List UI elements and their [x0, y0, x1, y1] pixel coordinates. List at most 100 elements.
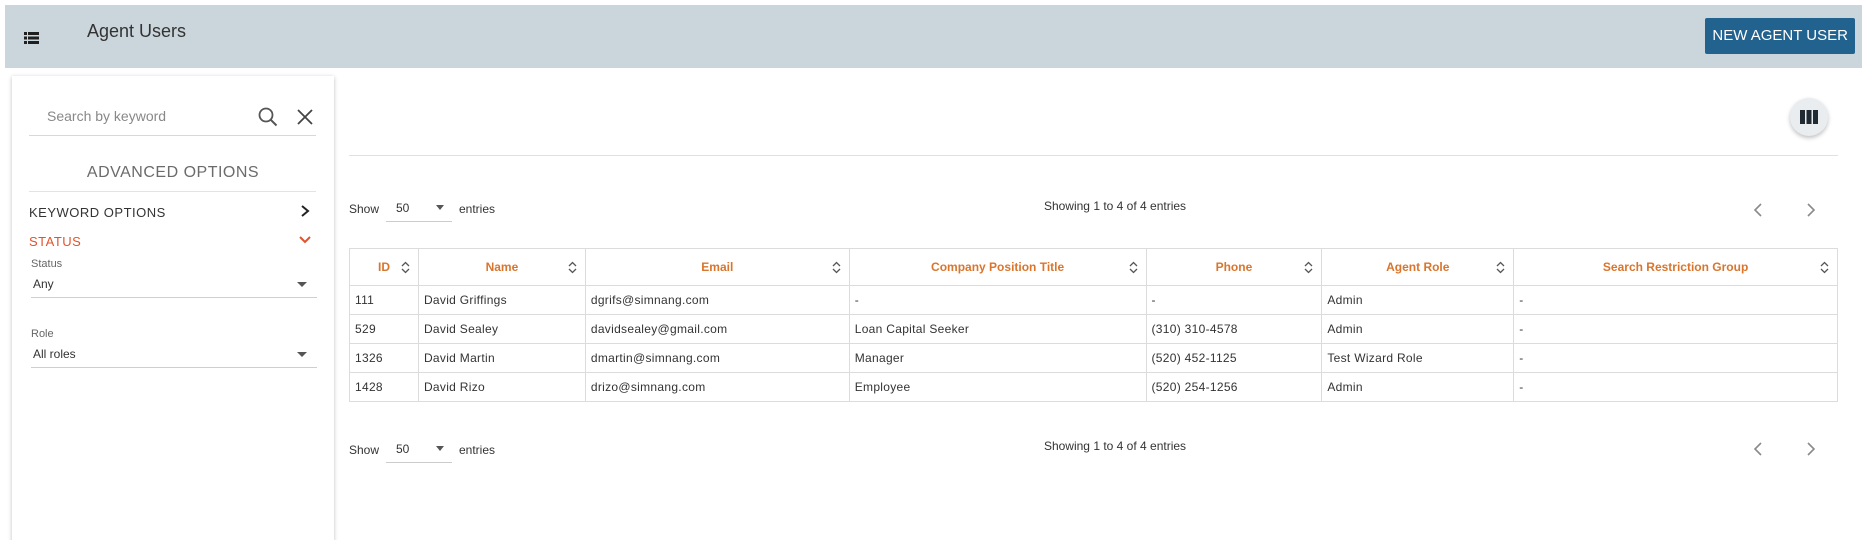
entries-label: entries — [459, 443, 496, 457]
search-input[interactable] — [47, 108, 237, 124]
role-field-label: Role — [31, 328, 54, 340]
cell-search-restriction-group: - — [1513, 314, 1838, 344]
entries-label: entries — [459, 202, 496, 216]
chevron-right-icon — [1807, 203, 1816, 217]
chevron-right-icon — [301, 205, 310, 217]
caret-down-icon — [297, 352, 307, 357]
column-header-label: Name — [485, 260, 519, 274]
next-page-button[interactable] — [1801, 440, 1819, 458]
role-select[interactable]: All roles — [31, 340, 317, 368]
column-header-email[interactable]: Email — [584, 248, 850, 286]
cell-company-position-title: Employee — [848, 372, 1147, 402]
status-section-label: STATUS — [29, 234, 82, 249]
table-header-row: ID Name Email Company Position Title Phone Ag… — [349, 248, 1838, 286]
chevron-right-icon — [1807, 442, 1816, 456]
cell-name: David Sealey — [417, 314, 586, 344]
cell-email: dmartin@simnang.com — [584, 343, 850, 373]
column-header-phone[interactable]: Phone — [1145, 248, 1323, 286]
sort-icon — [401, 261, 410, 274]
cell-email: dgrifs@simnang.com — [584, 285, 850, 315]
status-field-label: Status — [31, 258, 63, 270]
column-header-label: Email — [701, 260, 734, 274]
page-title: Agent Users — [87, 21, 187, 41]
column-header-company-position-title[interactable]: Company Position Title — [848, 248, 1147, 286]
cell-email: davidsealey@gmail.com — [584, 314, 850, 344]
column-header-name[interactable]: Name — [417, 248, 586, 286]
chevron-down-icon — [299, 236, 311, 244]
table-info: Showing 1 to 4 of 4 entries — [1043, 199, 1187, 213]
show-label: Show — [349, 443, 380, 457]
status-section-toggle[interactable]: STATUS — [29, 231, 316, 253]
table-info: Showing 1 to 4 of 4 entries — [1043, 439, 1187, 453]
role-select-value: All roles — [33, 347, 76, 361]
page-length-select[interactable]: 50 — [386, 435, 452, 463]
column-header-label: Phone — [1215, 260, 1253, 274]
column-header-label: Agent Role — [1386, 260, 1450, 274]
show-label: Show — [349, 202, 380, 216]
sort-icon — [1496, 261, 1505, 274]
cell-id: 1428 — [349, 372, 419, 402]
cell-id: 1326 — [349, 343, 419, 373]
cell-email: drizo@simnang.com — [584, 372, 850, 402]
sort-icon — [568, 261, 577, 274]
chevron-left-icon — [1753, 203, 1762, 217]
table-row[interactable]: 111 David Griffings dgrifs@simnang.com - - Ad… — [349, 285, 1838, 315]
page-length-value: 50 — [396, 201, 410, 215]
filter-sidebar: ADVANCED OPTIONS KEYWORD OPTIONS STATUS … — [12, 76, 334, 540]
caret-down-icon — [436, 446, 444, 451]
cell-phone: (520) 452-1125 — [1145, 343, 1323, 373]
cell-phone: (310) 310-4578 — [1145, 314, 1323, 344]
chevron-left-icon — [1753, 442, 1762, 456]
list-icon[interactable] — [22, 29, 42, 47]
previous-page-button[interactable] — [1750, 201, 1768, 219]
column-header-id[interactable]: ID — [349, 248, 419, 286]
table-row[interactable]: 1326 David Martin dmartin@simnang.com Manag… — [349, 343, 1838, 373]
new-agent-user-button[interactable]: NEW AGENT USER — [1705, 18, 1855, 54]
column-header-agent-role[interactable]: Agent Role — [1321, 248, 1515, 286]
next-page-button[interactable] — [1801, 201, 1819, 219]
keyword-options-toggle[interactable]: KEYWORD OPTIONS — [29, 202, 316, 224]
cell-agent-role: Admin — [1321, 285, 1515, 315]
cell-name: David Griffings — [417, 285, 586, 315]
sort-icon — [1304, 261, 1313, 274]
cell-phone: - — [1145, 285, 1323, 315]
divider — [29, 191, 316, 192]
cell-id: 529 — [349, 314, 419, 344]
caret-down-icon — [436, 205, 444, 210]
status-select-value: Any — [33, 277, 54, 291]
cell-company-position-title: - — [848, 285, 1147, 315]
page-length-select[interactable]: 50 — [386, 194, 452, 222]
keyword-options-label: KEYWORD OPTIONS — [29, 205, 166, 220]
column-header-search-restriction-group[interactable]: Search Restriction Group — [1513, 248, 1838, 286]
caret-down-icon — [297, 282, 307, 287]
cell-id: 111 — [349, 285, 419, 315]
cell-search-restriction-group: - — [1513, 285, 1838, 315]
table-row[interactable]: 529 David Sealey davidsealey@gmail.com Loan… — [349, 314, 1838, 344]
cell-agent-role: Admin — [1321, 314, 1515, 344]
column-header-label: Company Position Title — [931, 260, 1065, 274]
cell-search-restriction-group: - — [1513, 372, 1838, 402]
sort-icon — [1129, 261, 1137, 274]
column-header-label: Search Restriction Group — [1602, 260, 1749, 274]
cell-search-restriction-group: - — [1513, 343, 1838, 373]
status-select[interactable]: Any — [31, 270, 317, 298]
column-visibility-button[interactable] — [1790, 98, 1828, 136]
sort-icon — [832, 261, 841, 274]
search-icon[interactable] — [257, 106, 279, 128]
previous-page-button[interactable] — [1750, 440, 1768, 458]
close-icon[interactable] — [295, 107, 315, 127]
sort-icon — [1820, 261, 1829, 274]
search-bar — [29, 98, 316, 136]
table-row[interactable]: 1428 David Rizo drizo@simnang.com Employee(… — [349, 372, 1838, 402]
column-header-label: ID — [377, 260, 390, 274]
top-header: Agent Users NEW AGENT USER — [5, 5, 1862, 68]
columns-icon — [1800, 110, 1818, 124]
cell-agent-role: Admin — [1321, 372, 1515, 402]
divider — [349, 155, 1838, 156]
cell-agent-role: Test Wizard Role — [1321, 343, 1515, 373]
cell-name: David Rizo — [417, 372, 586, 402]
cell-company-position-title: Manager — [848, 343, 1147, 373]
agent-users-table: ID Name Email Company Position Title Phone Ag… — [349, 248, 1838, 402]
advanced-options-title: ADVANCED OPTIONS — [86, 164, 260, 181]
cell-name: David Martin — [417, 343, 586, 373]
